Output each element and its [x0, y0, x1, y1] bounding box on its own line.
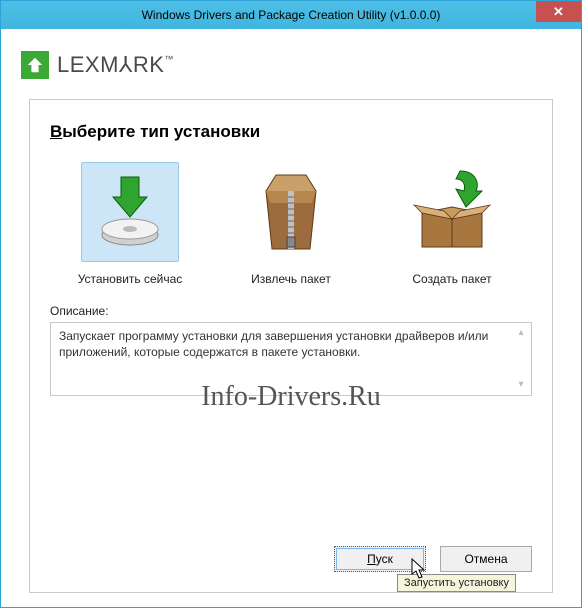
close-button[interactable]: ✕ — [536, 1, 581, 22]
option-install-label: Установить сейчас — [60, 272, 200, 286]
start-tooltip: Запустить установку — [397, 574, 516, 592]
option-create-package[interactable]: Создать пакет — [382, 162, 522, 286]
option-install-now[interactable]: Установить сейчас — [60, 162, 200, 286]
brand-header: LEXM⅄RK™ — [11, 39, 571, 93]
scroll-down-icon[interactable]: ▾ — [513, 377, 529, 393]
create-package-icon — [403, 162, 501, 262]
extract-package-icon — [242, 162, 340, 262]
description-text: Запускает программу установки для заверш… — [59, 329, 488, 359]
option-extract-package[interactable]: Извлечь пакет — [221, 162, 361, 286]
install-type-options: Установить сейчас — [50, 162, 532, 286]
cancel-button[interactable]: Отмена — [440, 546, 532, 572]
brand-name: LEXM⅄RK™ — [57, 52, 174, 78]
installer-window: Windows Drivers and Package Creation Uti… — [0, 0, 582, 608]
description-label: Описание: — [50, 304, 532, 318]
start-button[interactable]: Пуск — [334, 546, 426, 572]
lexmark-logo-icon — [21, 51, 49, 79]
page-heading: Выберите тип установки — [50, 122, 532, 142]
scroll-up-icon[interactable]: ▴ — [513, 325, 529, 341]
titlebar: Windows Drivers and Package Creation Uti… — [1, 1, 581, 29]
window-title: Windows Drivers and Package Creation Uti… — [1, 8, 581, 22]
install-now-icon — [81, 162, 179, 262]
option-create-label: Создать пакет — [382, 272, 522, 286]
button-row: Пуск Отмена — [334, 546, 532, 572]
content-panel: Выберите тип установки Установить сейчас — [29, 99, 553, 593]
description-box: Запускает программу установки для заверш… — [50, 322, 532, 396]
close-icon: ✕ — [553, 4, 564, 20]
option-extract-label: Извлечь пакет — [221, 272, 361, 286]
